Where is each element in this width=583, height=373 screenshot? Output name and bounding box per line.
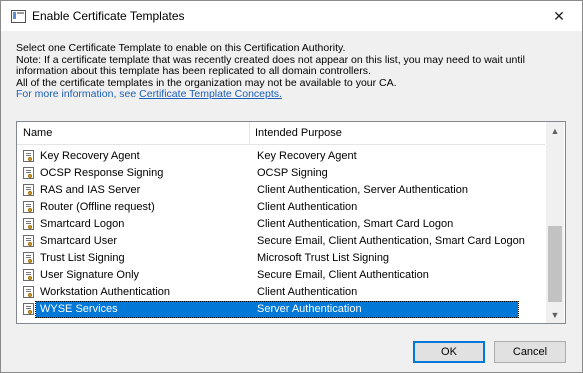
intended-purpose: Secure Email, Client Authentication: [257, 269, 429, 281]
list-item[interactable]: Smartcard User Secure Email, Client Authe…: [17, 233, 545, 250]
certificate-template-icon: [23, 286, 34, 298]
intended-purpose: Client Authentication, Smart Card Logon: [257, 218, 454, 230]
template-name: Smartcard User: [40, 235, 118, 247]
list-item[interactable]: RAS and IAS Server Client Authentication,…: [17, 182, 545, 199]
certificate-template-icon: [23, 303, 34, 315]
title-bar[interactable]: Enable Certificate Templates ✕: [1, 1, 582, 31]
certificate-template-icon: [23, 150, 34, 162]
list-item[interactable]: Smartcard Logon Client Authentication, Sm…: [17, 216, 545, 233]
intended-purpose: Server Authentication: [257, 303, 362, 315]
column-divider[interactable]: [249, 122, 250, 144]
scrollbar-thumb[interactable]: [548, 226, 562, 302]
certificate-template-icon: [23, 201, 34, 213]
more-info: For more information, see Certificate Te…: [16, 88, 576, 101]
intended-purpose: Client Authentication, Server Authentica…: [257, 184, 468, 196]
certificate-window-icon: [11, 10, 26, 23]
intended-purpose: OCSP Signing: [257, 167, 328, 179]
template-name: WYSE Services: [40, 303, 118, 315]
window-title: Enable Certificate Templates: [32, 9, 185, 23]
info-text: Select one Certificate Template to enabl…: [16, 42, 576, 101]
dialog-window: Enable Certificate Templates ✕ Select on…: [0, 0, 583, 373]
list-item[interactable]: WYSE Services Server Authentication: [17, 301, 545, 318]
template-name: OCSP Response Signing: [40, 167, 164, 179]
certificate-template-concepts-link[interactable]: Certificate Template Concepts.: [139, 88, 282, 100]
template-name: User Signature Only: [40, 269, 140, 281]
info-line-1: Select one Certificate Template to enabl…: [16, 42, 346, 54]
vertical-scrollbar[interactable]: ▲ ▼: [546, 122, 564, 323]
template-list[interactable]: Name Intended Purpose Key Recovery Agent…: [16, 121, 566, 324]
certificate-template-icon: [23, 235, 34, 247]
template-name: Workstation Authentication: [40, 286, 171, 298]
scroll-down-icon[interactable]: ▼: [546, 306, 564, 323]
intended-purpose: Key Recovery Agent: [257, 150, 357, 162]
template-name: Key Recovery Agent: [40, 150, 140, 162]
list-item[interactable]: User Signature Only Secure Email, Client …: [17, 267, 545, 284]
close-button[interactable]: ✕: [536, 1, 582, 31]
list-item[interactable]: OCSP Response Signing OCSP Signing: [17, 165, 545, 182]
intended-purpose: Secure Email, Client Authentication, Sma…: [257, 235, 525, 247]
column-header-name[interactable]: Name: [23, 122, 247, 144]
list-rows: Key Recovery Agent Key Recovery Agent OCSP…: [17, 148, 545, 318]
more-info-prefix: For more information, see: [16, 88, 140, 100]
intended-purpose: Client Authentication: [257, 286, 358, 298]
template-name: Trust List Signing: [40, 252, 125, 264]
certificate-template-icon: [23, 252, 34, 264]
list-item[interactable]: Key Recovery Agent Key Recovery Agent: [17, 148, 545, 165]
template-name: Smartcard Logon: [40, 218, 125, 230]
certificate-template-icon: [23, 167, 34, 179]
list-item[interactable]: Workstation Authentication Client Authent…: [17, 284, 545, 301]
cancel-button[interactable]: Cancel: [494, 341, 566, 363]
certificate-template-icon: [23, 218, 34, 230]
list-header: Name Intended Purpose: [17, 122, 545, 145]
certificate-template-icon: [23, 269, 34, 281]
ok-button[interactable]: OK: [413, 341, 485, 363]
info-line-3: information about this template has been…: [16, 65, 371, 77]
column-header-purpose[interactable]: Intended Purpose: [255, 122, 535, 144]
scroll-up-icon[interactable]: ▲: [546, 122, 564, 139]
intended-purpose: Client Authentication: [257, 201, 358, 213]
template-name: Router (Offline request): [40, 201, 155, 213]
list-item[interactable]: Trust List Signing Microsoft Trust List S…: [17, 250, 545, 267]
template-name: RAS and IAS Server: [40, 184, 141, 196]
certificate-template-icon: [23, 184, 34, 196]
intended-purpose: Microsoft Trust List Signing: [257, 252, 390, 264]
list-item[interactable]: Router (Offline request) Client Authentic…: [17, 199, 545, 216]
